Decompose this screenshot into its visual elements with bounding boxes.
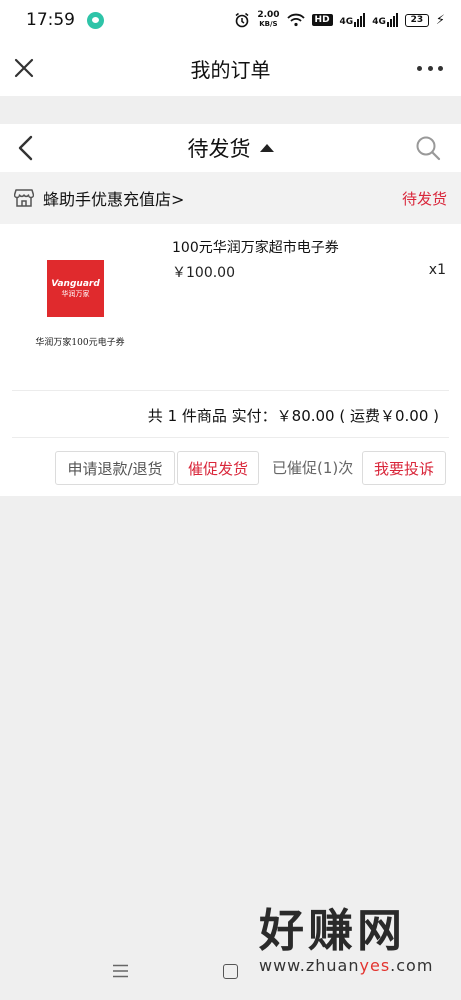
order-status-badge: 待发货 bbox=[401, 189, 447, 208]
menu-nav-icon[interactable] bbox=[112, 964, 129, 978]
thumbnail-caption: 华润万家100元电子券 bbox=[35, 338, 125, 348]
caret-up-icon bbox=[259, 144, 274, 152]
urge-shipment-button[interactable]: 催促发货 bbox=[177, 451, 259, 485]
alarm-icon bbox=[235, 12, 249, 28]
brand-logo-text: Vanguard bbox=[51, 278, 100, 289]
net-speed: 2.00 KB/S bbox=[257, 11, 279, 29]
divider bbox=[12, 437, 449, 438]
refund-button[interactable]: 申请退款/退货 bbox=[55, 451, 175, 485]
title-bar: 我的订单 bbox=[0, 40, 461, 96]
signal-label-1: 4G bbox=[339, 17, 354, 27]
product-price: ￥100.00 bbox=[172, 265, 235, 281]
more-options-icon[interactable] bbox=[417, 58, 443, 78]
order-summary: 共 1 件商品 实付：￥80.00 ( 运费￥0.00 ) bbox=[147, 407, 439, 425]
watermark: 好赚网 www.zhuanyes.com bbox=[255, 906, 455, 996]
watermark-url: www.zhuanyes.com bbox=[255, 956, 455, 975]
urged-count-text: 已催促(1)次 bbox=[272, 459, 354, 477]
watermark-url-prefix: www.zhuan bbox=[259, 956, 360, 975]
chat-notification-icon bbox=[87, 11, 104, 29]
search-icon[interactable] bbox=[415, 135, 441, 161]
battery-icon: 23 bbox=[404, 13, 429, 27]
order-card: Vanguard 华润万家 华润万家100元电子券 100元华润万家超市电子券 … bbox=[0, 224, 461, 496]
signal-label-2: 4G bbox=[372, 17, 386, 27]
divider bbox=[12, 390, 449, 391]
net-speed-unit: KB/S bbox=[259, 20, 278, 28]
store-icon bbox=[14, 189, 34, 207]
signal-icon-2: 4G bbox=[372, 13, 398, 27]
product-name[interactable]: 100元华润万家超市电子券 bbox=[172, 237, 339, 257]
signal-icon-1: 4G bbox=[340, 13, 366, 27]
home-nav-icon[interactable] bbox=[223, 964, 238, 979]
store-header[interactable]: 蜂助手优惠充值店> 待发货 bbox=[0, 172, 461, 224]
store-name[interactable]: 蜂助手优惠充值店> bbox=[43, 186, 184, 210]
page-title: 我的订单 bbox=[190, 57, 271, 82]
brand-logo-cn: 华润万家 bbox=[61, 289, 90, 298]
charging-icon: ⚡ bbox=[435, 12, 445, 28]
watermark-url-suffix: .com bbox=[390, 956, 434, 975]
product-thumbnail[interactable]: Vanguard 华润万家 bbox=[47, 260, 104, 317]
watermark-title: 好赚网 bbox=[259, 904, 407, 957]
filter-dropdown[interactable]: 待发货 bbox=[188, 133, 274, 163]
status-bar: 17:59 2.00 KB/S HD 4G 4G 23 ⚡ bbox=[0, 0, 461, 40]
product-quantity: x1 bbox=[428, 262, 446, 278]
wifi-icon bbox=[286, 13, 305, 27]
net-speed-value: 2.00 bbox=[257, 10, 280, 20]
order-filter-bar: 待发货 bbox=[0, 124, 461, 172]
complain-button[interactable]: 我要投诉 bbox=[362, 451, 446, 485]
filter-label: 待发货 bbox=[187, 137, 251, 161]
close-icon[interactable] bbox=[12, 56, 36, 80]
status-time: 17:59 bbox=[26, 10, 75, 30]
status-indicators: 2.00 KB/S HD 4G 4G 23 ⚡ bbox=[234, 11, 445, 29]
order-actions: 申请退款/退货 催促发货 已催促(1)次 我要投诉 bbox=[0, 451, 461, 485]
back-icon[interactable] bbox=[14, 135, 38, 161]
hd-badge: HD bbox=[311, 14, 333, 26]
watermark-url-accent: yes bbox=[359, 956, 391, 975]
